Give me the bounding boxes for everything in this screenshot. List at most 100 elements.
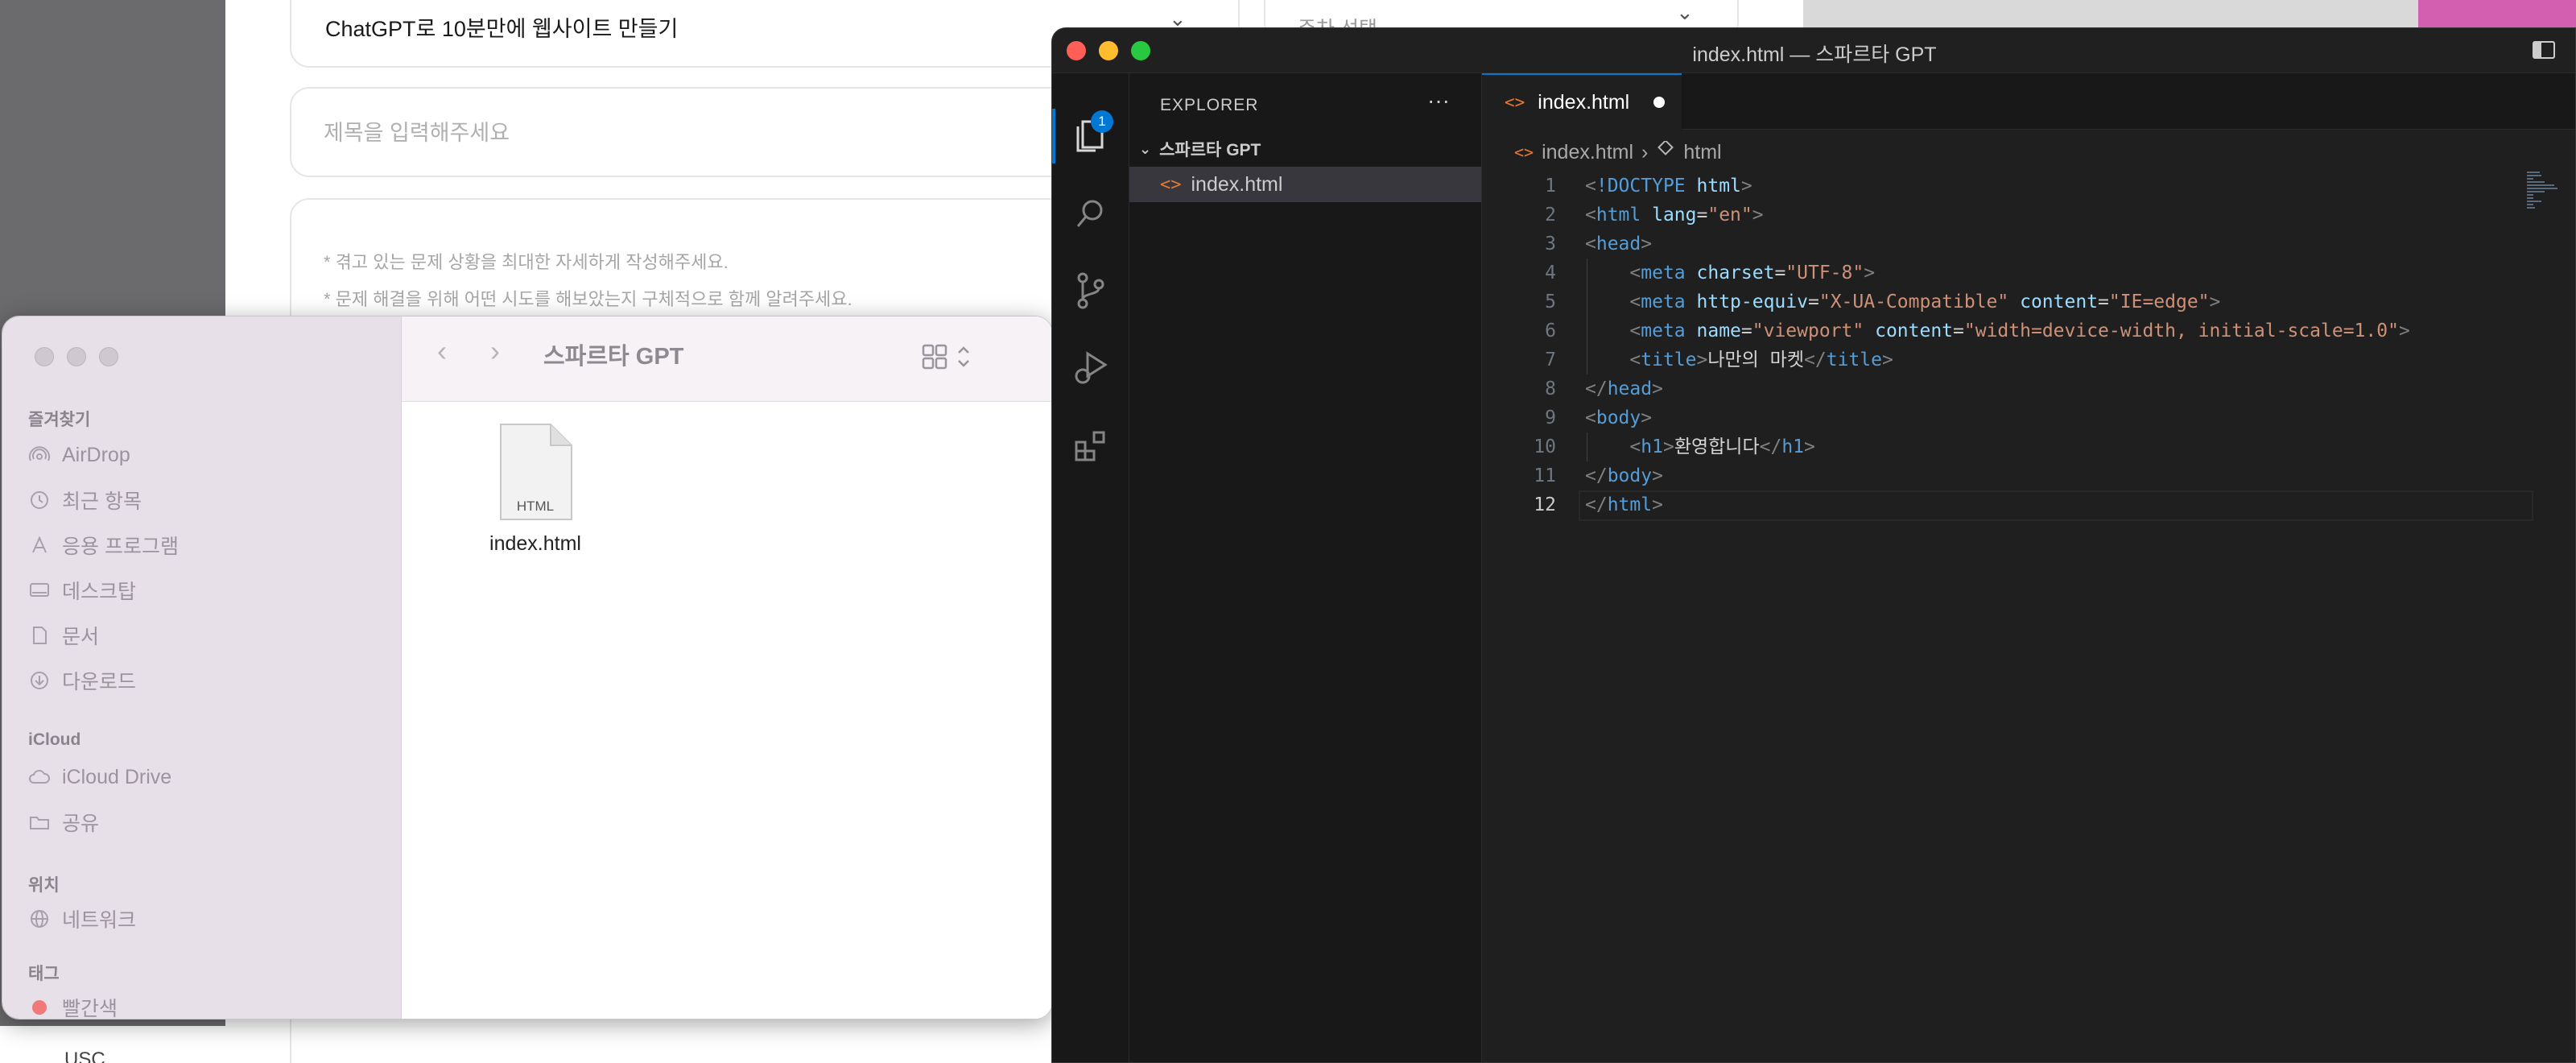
sidebar-item-recents[interactable]: 최근 항목 <box>28 482 142 518</box>
sidebar-item-documents[interactable]: 문서 <box>28 618 99 653</box>
sidebar-item-downloads[interactable]: 다운로드 <box>28 663 136 698</box>
sidebar-item-icloud-drive[interactable]: iCloud Drive <box>28 759 171 795</box>
code-line: 4 <meta charset="UTF-8"> <box>1482 259 2575 287</box>
code-token: html <box>1696 176 1741 196</box>
code-token: h1 <box>1781 436 1805 457</box>
file-item-index-html[interactable]: HTML index.html <box>447 423 624 556</box>
activity-bar: 1 <box>1052 73 1129 1062</box>
file-type-badge: HTML <box>516 498 555 514</box>
sidebar-item-network[interactable]: 네트워크 <box>28 901 136 937</box>
line-number: 3 <box>1545 234 1556 254</box>
code-token: body <box>1596 407 1641 428</box>
chevron-down-icon: ⌄ <box>1676 0 1694 24</box>
code-token: head <box>1596 234 1641 254</box>
code-token: 환영합니다 <box>1674 436 1760 457</box>
editor-area: <> index.html <> index.html › html 1 <!DO… <box>1482 73 2575 1062</box>
code-token: lang <box>1652 205 1697 225</box>
tab-bar: <> index.html <box>1482 73 2575 130</box>
finder-window: 즐겨찾기 AirDrop 최근 항목 응용 프로그램 데스크탑 문서 다운로드 … <box>2 316 1053 1020</box>
content-hint-1: * 겪고 있는 문제 상황을 최대한 자세하게 작성해주세요. <box>324 252 729 272</box>
code-line: 9 <body> <box>1482 403 2575 432</box>
sidebar-item-airdrop[interactable]: AirDrop <box>28 437 130 473</box>
download-icon <box>28 669 51 692</box>
line-number: 10 <box>1534 436 1556 457</box>
toggle-sidebar-icon[interactable] <box>2532 39 2556 64</box>
breadcrumb-file[interactable]: index.html <box>1542 141 1633 164</box>
unsaved-dot-icon[interactable] <box>1653 97 1666 108</box>
breadcrumb-symbol[interactable]: html <box>1683 141 1721 164</box>
line-number: 6 <box>1545 321 1556 341</box>
globe-icon <box>28 908 51 930</box>
chevron-down-icon: ⌄ <box>1139 140 1152 157</box>
zoom-button[interactable] <box>99 347 118 366</box>
category-select-value: ChatGPT로 10분만에 웹사이트 만들기 <box>325 17 679 41</box>
favorites-section-label: 즐겨찾기 <box>28 411 91 429</box>
code-token: title <box>1641 350 1697 370</box>
line-number: 4 <box>1545 263 1556 283</box>
code-token: "width=device-width, initial-scale=1.0" <box>1963 321 2399 341</box>
code-token: h1 <box>1641 436 1663 457</box>
code-line: 11 </body> <box>1482 461 2575 490</box>
code-token: body <box>1607 465 1653 486</box>
explorer-file-index-html[interactable]: <> index.html <box>1129 167 1481 202</box>
bottom-strip-text: USC... <box>64 1049 122 1063</box>
code-line: 10 <h1>환영합니다</h1> <box>1482 432 2575 461</box>
grid-view-icon[interactable] <box>922 342 978 375</box>
forward-arrow-icon[interactable]: › <box>490 334 500 368</box>
content-hint-2: * 문제 해결을 위해 어떤 시도를 해보았는지 구체적으로 함께 알려주세요. <box>324 289 852 309</box>
clock-icon <box>28 489 51 511</box>
sidebar-item-label: 공유 <box>62 813 100 835</box>
code-token: 나만의 마켓 <box>1707 350 1805 370</box>
sidebar-item-applications[interactable]: 응용 프로그램 <box>28 527 179 563</box>
code-token: "IE=edge" <box>2108 292 2210 312</box>
background-pink-bar <box>2418 0 2576 27</box>
back-arrow-icon[interactable]: ‹ <box>437 334 447 368</box>
code-token: meta <box>1641 321 1686 341</box>
sidebar-item-desktop[interactable]: 데스크탑 <box>28 573 136 608</box>
code-line: 3 <head> <box>1482 230 2575 259</box>
red-tag-icon <box>28 996 51 1019</box>
sidebar-item-label: AirDrop <box>62 443 130 466</box>
code-token: head <box>1607 378 1653 399</box>
airdrop-icon <box>28 444 51 466</box>
sidebar-item-shared[interactable]: 공유 <box>28 804 99 840</box>
sidebar-item-label: 문서 <box>62 626 100 648</box>
vscode-titlebar: index.html — 스파르타 GPT <box>1052 28 2575 73</box>
code-line-current: 12 </html> <box>1482 490 2575 521</box>
folder-row[interactable]: ⌄ 스파르타 GPT <box>1129 131 1481 167</box>
sidebar-item-label: 빨간색 <box>62 998 118 1020</box>
code-token: charset <box>1696 263 1775 283</box>
close-button[interactable] <box>35 347 54 366</box>
code-token: content <box>2020 292 2099 312</box>
code-line: 2 <html lang="en"> <box>1482 201 2575 230</box>
run-debug-icon[interactable] <box>1070 347 1112 389</box>
title-input[interactable] <box>324 113 1129 153</box>
sidebar-item-label: 데스크탑 <box>62 581 137 603</box>
minimize-button[interactable] <box>67 347 86 366</box>
code-editor[interactable]: 1 <!DOCTYPE html> 2 <html lang="en"> 3 <hea… <box>1482 172 2575 521</box>
explorer-badge: 1 <box>1091 110 1113 133</box>
applications-icon <box>28 534 51 556</box>
code-token: title <box>1826 350 1882 370</box>
html-file-icon: <> <box>1160 174 1182 195</box>
extensions-icon[interactable] <box>1070 424 1112 466</box>
code-line: 5 <meta http-equiv="X-UA-Compatible" con… <box>1482 287 2575 316</box>
more-actions-icon[interactable]: ··· <box>1427 88 1450 114</box>
line-number: 12 <box>1534 494 1556 515</box>
code-token: html <box>1596 205 1641 225</box>
html-file-icon: <> <box>1514 143 1534 162</box>
code-token: http-equiv <box>1696 292 1808 312</box>
sidebar-item-label: 다운로드 <box>62 671 137 693</box>
source-control-icon[interactable] <box>1070 270 1112 312</box>
search-icon[interactable] <box>1070 192 1112 234</box>
sidebar-item-label: 네트워크 <box>62 909 137 932</box>
finder-content: ‹ › 스파르타 GPT HTML index.html <box>402 316 1052 1019</box>
minimap[interactable] <box>2527 172 2559 220</box>
active-indicator <box>1052 109 1055 163</box>
sidebar-item-tag-red[interactable]: 빨간색 <box>28 990 118 1020</box>
line-number: 8 <box>1545 378 1556 399</box>
tab-index-html[interactable]: <> index.html <box>1482 73 1682 130</box>
tab-label: index.html <box>1538 90 1630 114</box>
code-token: meta <box>1641 263 1686 283</box>
line-number: 5 <box>1545 292 1556 312</box>
